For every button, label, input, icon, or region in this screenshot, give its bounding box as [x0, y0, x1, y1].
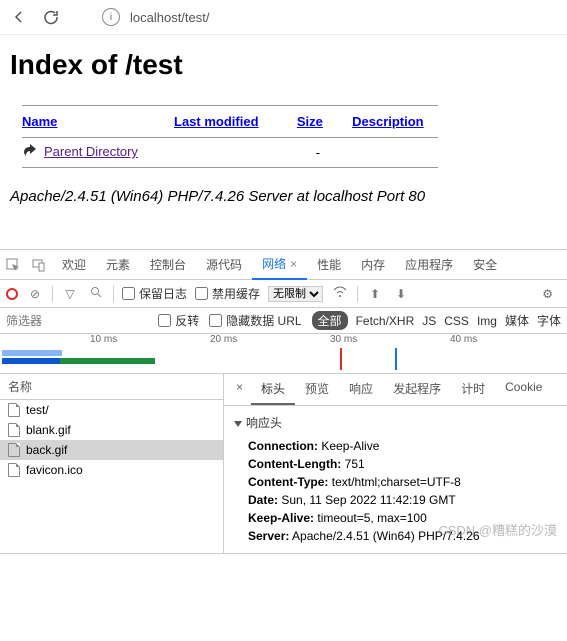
watermark: CSDN @糟糕的沙漠	[438, 520, 557, 539]
filter-toggle-icon[interactable]: ▽	[61, 287, 79, 301]
page-title: Index of /test	[10, 49, 557, 81]
upload-icon[interactable]: ⬆	[366, 287, 384, 301]
header-row: Content-Type: text/html;charset=UTF-8	[234, 473, 557, 491]
tab-security[interactable]: 安全	[463, 250, 507, 279]
search-icon[interactable]	[87, 286, 105, 301]
col-desc[interactable]: Description	[352, 114, 424, 129]
response-headers-section[interactable]: 响应头	[234, 414, 557, 431]
header-row: Connection: Keep-Alive	[234, 437, 557, 455]
server-signature: Apache/2.4.51 (Win64) PHP/7.4.26 Server …	[10, 188, 557, 205]
file-icon	[8, 443, 20, 457]
filter-font[interactable]: 字体	[537, 312, 561, 329]
header-row: Content-Length: 751	[234, 455, 557, 473]
tab-elements[interactable]: 元素	[96, 250, 140, 279]
devtools-panel: 欢迎 元素 控制台 源代码 网络× 性能 内存 应用程序 安全 ⊘ ▽ 保留日志…	[0, 249, 567, 554]
directory-listing: Name Last modified Size Description Pare…	[10, 101, 450, 172]
browser-address-bar: i localhost/test/	[0, 0, 567, 35]
record-button[interactable]	[6, 288, 18, 300]
file-icon	[8, 403, 20, 417]
wifi-icon[interactable]	[331, 286, 349, 301]
invert-checkbox[interactable]: 反转	[158, 312, 199, 329]
detail-tab-response[interactable]: 响应	[339, 374, 383, 405]
request-list: 名称 test/ blank.gif back.gif favicon.ico	[0, 374, 224, 553]
tab-application[interactable]: 应用程序	[395, 250, 463, 279]
request-item[interactable]: blank.gif	[0, 420, 223, 440]
disable-cache-checkbox[interactable]: 禁用缓存	[195, 285, 260, 302]
filter-css[interactable]: CSS	[444, 314, 469, 328]
detail-tab-headers[interactable]: 标头	[251, 374, 295, 405]
tab-sources[interactable]: 源代码	[196, 250, 252, 279]
time-tick: 10 ms	[90, 334, 117, 345]
settings-icon[interactable]: ⚙	[534, 287, 561, 301]
request-item[interactable]: back.gif	[0, 440, 223, 460]
devtools-main-tabs: 欢迎 元素 控制台 源代码 网络× 性能 内存 应用程序 安全	[0, 250, 567, 280]
device-toggle-icon[interactable]	[26, 258, 52, 272]
filter-bar: 反转 隐藏数据 URL 全部 Fetch/XHR JS CSS Img 媒体 字…	[0, 308, 567, 334]
detail-tab-cookies[interactable]: Cookie	[495, 374, 552, 405]
filter-js[interactable]: JS	[422, 314, 436, 328]
hide-data-url-checkbox[interactable]: 隐藏数据 URL	[209, 312, 301, 329]
back-button[interactable]	[8, 6, 30, 28]
parent-directory-link[interactable]: Parent Directory	[44, 144, 138, 159]
throttle-select[interactable]: 无限制	[268, 286, 323, 302]
request-item[interactable]: favicon.ico	[0, 460, 223, 480]
preserve-log-checkbox[interactable]: 保留日志	[122, 285, 187, 302]
detail-tab-timing[interactable]: 计时	[451, 374, 495, 405]
header-row: Date: Sun, 11 Sep 2022 11:42:19 GMT	[234, 491, 557, 509]
network-toolbar: ⊘ ▽ 保留日志 禁用缓存 无限制 ⬆ ⬇ ⚙	[0, 280, 567, 308]
col-name[interactable]: Name	[22, 114, 57, 129]
page-content: Index of /test Name Last modified Size D…	[0, 35, 567, 219]
tab-console[interactable]: 控制台	[140, 250, 196, 279]
download-icon[interactable]: ⬇	[392, 287, 410, 301]
time-tick: 30 ms	[330, 334, 357, 345]
detail-tab-initiator[interactable]: 发起程序	[383, 374, 451, 405]
filter-all[interactable]: 全部	[312, 311, 348, 330]
filter-input[interactable]	[6, 314, 126, 328]
reload-button[interactable]	[40, 6, 62, 28]
parent-folder-icon	[22, 144, 40, 161]
file-icon	[8, 463, 20, 477]
col-size[interactable]: Size	[297, 114, 323, 129]
name-column-header[interactable]: 名称	[0, 374, 223, 400]
close-icon[interactable]: ×	[290, 257, 297, 271]
chevron-down-icon	[234, 421, 242, 427]
col-modified[interactable]: Last modified	[174, 114, 259, 129]
time-tick: 40 ms	[450, 334, 477, 345]
detail-close-button[interactable]: ×	[228, 374, 251, 405]
time-tick: 20 ms	[210, 334, 237, 345]
detail-tab-preview[interactable]: 预览	[295, 374, 339, 405]
parent-size: -	[287, 142, 340, 163]
filter-img[interactable]: Img	[477, 314, 497, 328]
tab-welcome[interactable]: 欢迎	[52, 250, 96, 279]
request-item[interactable]: test/	[0, 400, 223, 420]
tab-performance[interactable]: 性能	[307, 250, 351, 279]
file-icon	[8, 423, 20, 437]
tab-memory[interactable]: 内存	[351, 250, 395, 279]
filter-fetch[interactable]: Fetch/XHR	[356, 314, 415, 328]
timeline[interactable]: 10 ms 20 ms 30 ms 40 ms	[0, 334, 567, 374]
inspect-icon[interactable]	[0, 258, 26, 272]
clear-button[interactable]: ⊘	[26, 287, 44, 301]
tab-network[interactable]: 网络×	[252, 249, 307, 280]
filter-media[interactable]: 媒体	[505, 312, 529, 329]
url-text[interactable]: localhost/test/	[130, 10, 210, 25]
site-info-icon[interactable]: i	[102, 8, 120, 26]
